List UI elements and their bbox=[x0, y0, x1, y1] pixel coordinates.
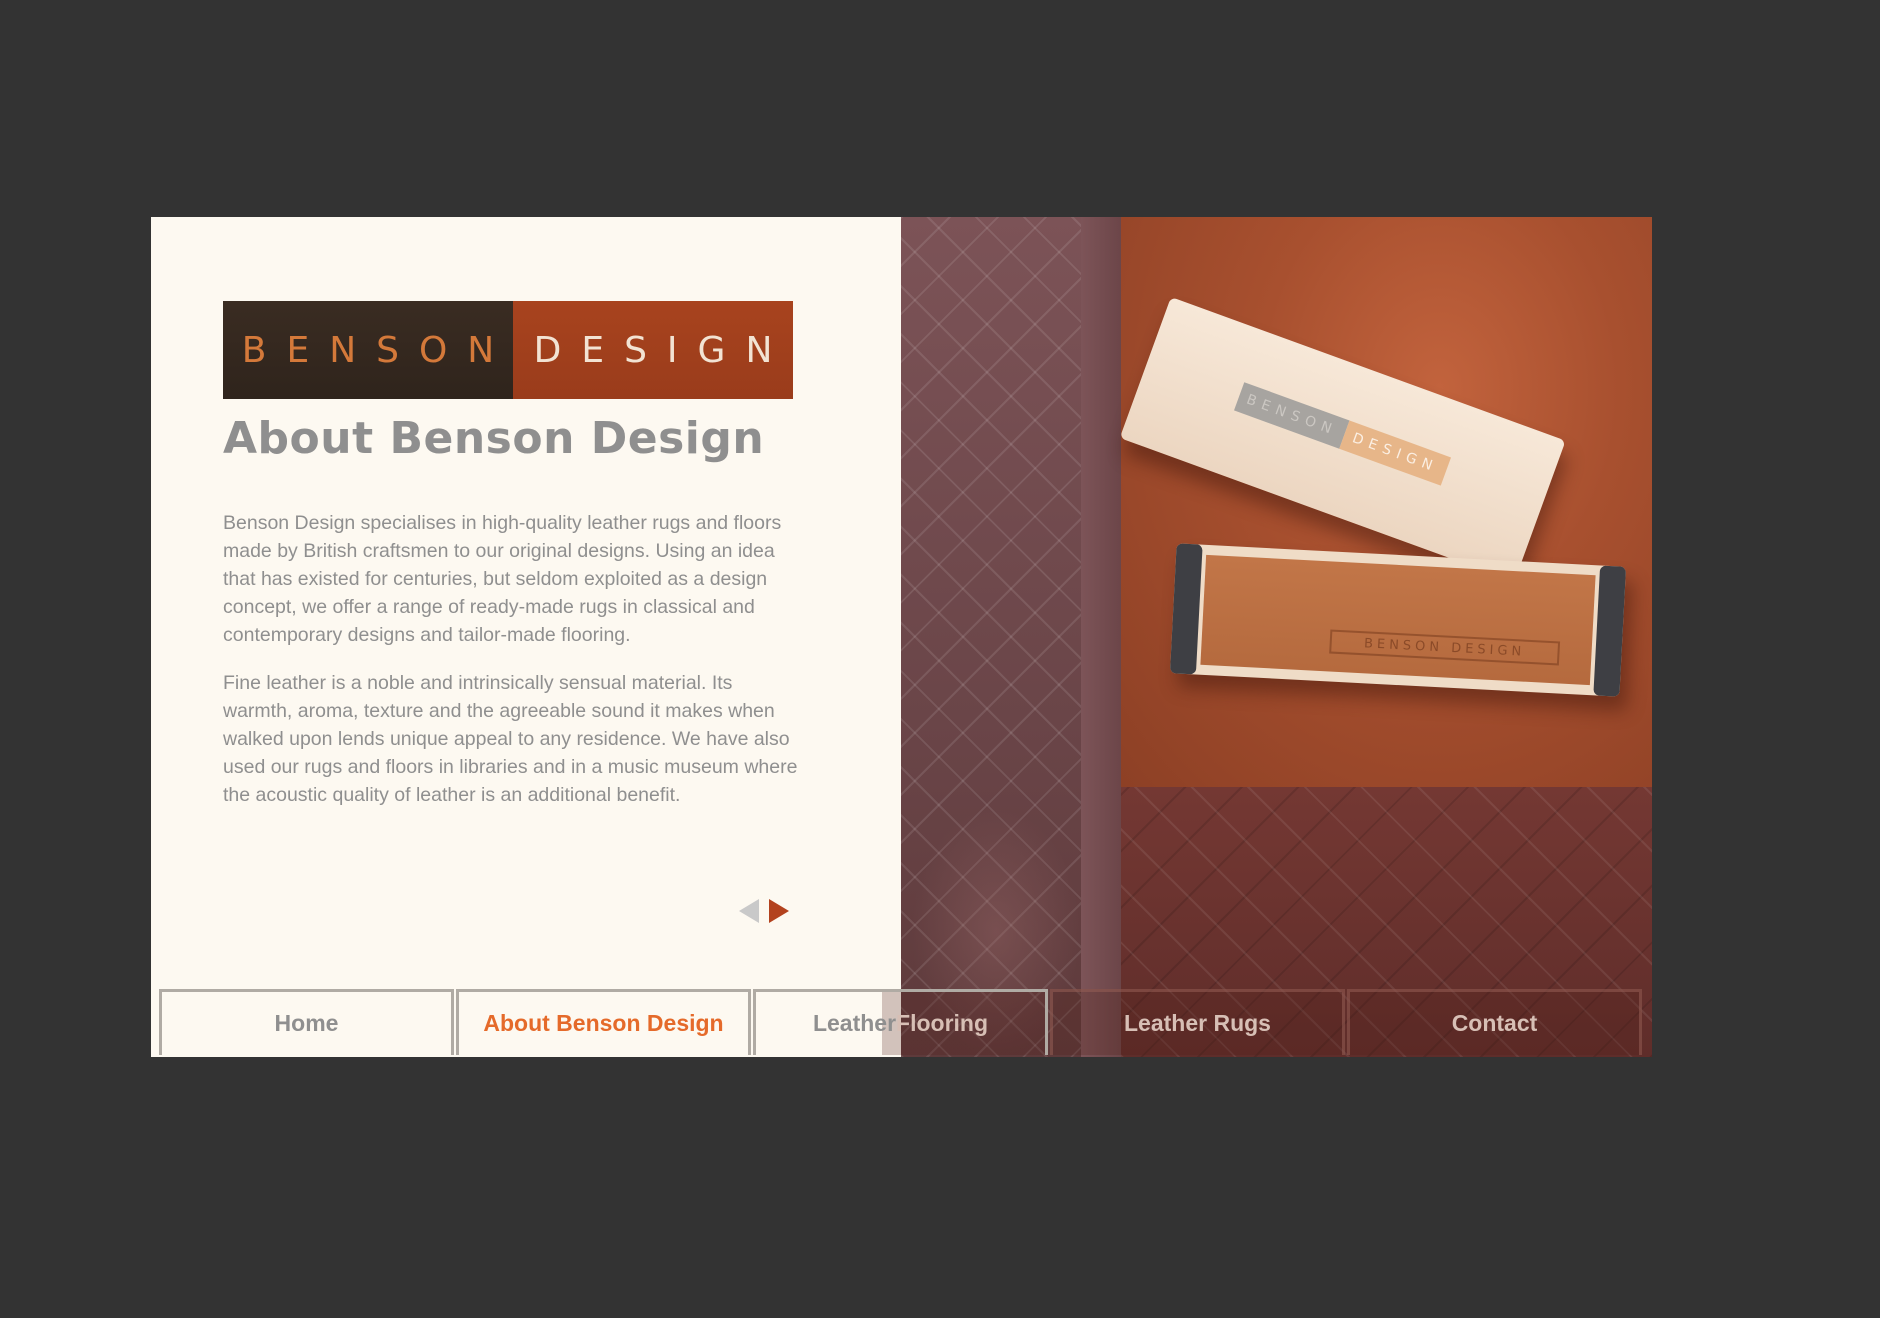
paragraph-1: Benson Design specialises in high-qualit… bbox=[223, 512, 782, 646]
logo-word-design: DESIGN bbox=[513, 301, 793, 399]
box-band-left bbox=[1169, 543, 1203, 675]
nav-tab-home[interactable]: Home bbox=[159, 989, 454, 1055]
nav-tab-leather-rugs[interactable]: Leather Rugs bbox=[1050, 989, 1345, 1055]
box-logo-benson: BENSON bbox=[1234, 382, 1350, 449]
page-title: About Benson Design bbox=[223, 413, 765, 464]
embossed-stamp: BENSON DESIGN bbox=[1329, 629, 1561, 666]
nav-label-part-1: Leather bbox=[812, 1010, 897, 1036]
about-text: Benson Design specialises in high-qualit… bbox=[223, 509, 803, 829]
site-frame: BENSON DESIGN About Benson Design Benson… bbox=[151, 217, 1652, 1057]
logo-word-benson: BENSON bbox=[223, 301, 513, 399]
leather-border-rail bbox=[1081, 217, 1125, 1057]
leather-product-photo: BENSON DESIGN BENSON DESIGN bbox=[901, 217, 1652, 1057]
gift-box-tray: BENSON DESIGN bbox=[1169, 543, 1627, 697]
nav-tab-contact[interactable]: Contact bbox=[1347, 989, 1642, 1055]
content-panel: BENSON DESIGN About Benson Design Benson… bbox=[151, 217, 901, 1057]
benson-design-logo[interactable]: BENSON DESIGN bbox=[223, 301, 793, 399]
arrow-right-icon[interactable] bbox=[769, 899, 789, 923]
nav-tab-leather-flooring[interactable]: Leather Flooring bbox=[753, 989, 1048, 1055]
pager bbox=[739, 899, 789, 923]
nav-label-part-2: Flooring bbox=[896, 1010, 989, 1036]
box-logo-design: DESIGN bbox=[1339, 420, 1452, 486]
paragraph-2: Fine leather is a noble and intrinsicall… bbox=[223, 672, 798, 806]
arrow-left-icon[interactable] bbox=[739, 899, 759, 923]
main-nav: Home About Benson Design Leather Floorin… bbox=[159, 989, 1652, 1057]
nav-tab-about[interactable]: About Benson Design bbox=[456, 989, 751, 1055]
box-lid-logo: BENSON DESIGN bbox=[1234, 382, 1452, 486]
leather-sample: BENSON DESIGN bbox=[1200, 554, 1596, 686]
